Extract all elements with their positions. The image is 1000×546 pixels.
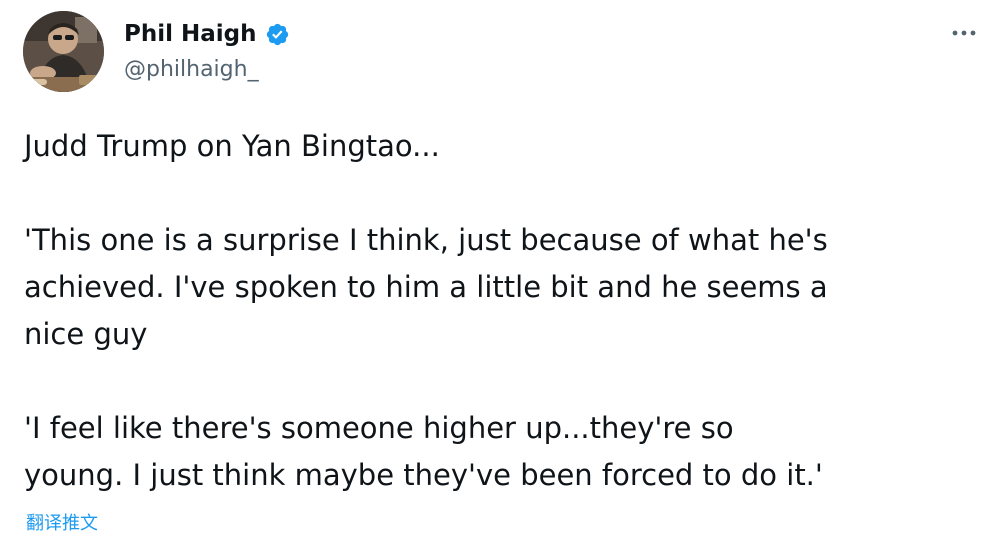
avatar[interactable] [23,11,104,92]
tweet-card: Phil Haigh @philhaigh_ Judd Trump on Yan… [0,0,1000,546]
more-options-button[interactable] [945,20,983,46]
user-avatar-photo-icon [23,11,104,92]
tweet-paragraph: 'This one is a surprise I think, just be… [24,223,828,351]
tweet-paragraph: Judd Trump on Yan Bingtao... [24,129,440,163]
more-horizontal-icon [952,30,976,36]
translate-tweet-link[interactable]: 翻译推文 [26,509,98,535]
author-name-row: Phil Haigh [124,19,290,49]
author-handle[interactable]: @philhaigh_ [124,57,259,82]
verified-badge-icon [265,22,290,47]
tweet-text: Judd Trump on Yan Bingtao... 'This one i… [24,123,984,499]
tweet-paragraph: 'I feel like there's someone higher up..… [24,411,823,492]
display-name[interactable]: Phil Haigh [124,21,257,47]
